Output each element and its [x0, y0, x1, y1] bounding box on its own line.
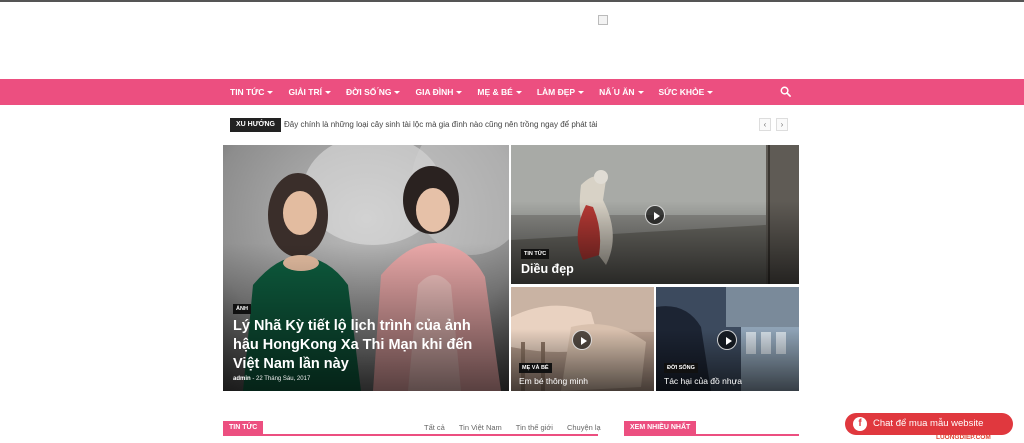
search-icon[interactable] — [780, 86, 791, 97]
article-meta: admin - 22 Tháng Sáu, 2017 — [233, 376, 310, 382]
article-title[interactable]: Tác hại của đồ nhựa — [664, 376, 742, 386]
tab-all[interactable]: Tất cả — [424, 423, 445, 432]
main-nav: TIN TỨC GIẢI TRÍ ĐỜI SỐ ́NG GIA ĐÌNH MẸ … — [0, 79, 1024, 105]
category-tag[interactable]: ĐỜI SỐNG — [664, 363, 698, 373]
top-border — [0, 0, 1024, 2]
chevron-down-icon — [637, 90, 644, 94]
tab-world[interactable]: Tin thế giới — [516, 423, 553, 432]
featured-bottom-left-card[interactable]: MẸ VÀ BÉ Em bé thông minh — [511, 287, 654, 391]
chevron-down-icon — [515, 90, 522, 94]
featured-main-card[interactable]: ẢNH Lý Nhã Kỳ tiết lộ lịch trình của ảnh… — [223, 145, 509, 391]
nav-item-label: NÂ ́U ĂN — [599, 87, 635, 97]
chevron-down-icon — [324, 90, 331, 94]
category-tag[interactable]: TIN TỨC — [521, 249, 550, 259]
nav-item-label: SỨC KHỎE — [658, 87, 705, 97]
nav-item-lam-dep[interactable]: LÀM ĐẸP — [536, 87, 585, 97]
chevron-down-icon — [578, 90, 585, 94]
section-title-popular: XEM NHIỀU NHẤT — [624, 421, 697, 435]
chevron-down-icon — [456, 90, 463, 94]
nav-item-doi-song[interactable]: ĐỜI SỐ ́NG — [346, 87, 401, 97]
nav-items: TIN TỨC GIẢI TRÍ ĐỜI SỐ ́NG GIA ĐÌNH MẸ … — [230, 79, 728, 105]
play-icon[interactable] — [572, 330, 592, 350]
nav-item-me-be[interactable]: MẸ & BÉ — [477, 87, 522, 97]
category-tag[interactable]: ẢNH — [233, 304, 251, 314]
nav-item-label: TIN TỨC — [230, 87, 265, 97]
nav-item-label: MẸ & BÉ — [477, 87, 513, 97]
trending-headline[interactable]: Đây chính là những loại cây sinh tài lộc… — [284, 118, 598, 132]
featured-bottom-right-card[interactable]: ĐỜI SỐNG Tác hại của đồ nhựa — [656, 287, 799, 391]
site-logo[interactable] — [598, 15, 608, 25]
trending-bar: XU HƯỚNG Đây chính là những loại cây sin… — [230, 118, 795, 132]
chevron-down-icon — [394, 90, 401, 94]
chevron-down-icon — [267, 90, 274, 94]
nav-item-suc-khoe[interactable]: SỨC KHỎE — [659, 87, 714, 97]
nav-item-giai-tri[interactable]: GIẢI TRÍ — [288, 87, 331, 97]
nav-item-label: GIA ĐÌNH — [415, 87, 454, 97]
article-date: - 22 Tháng Sáu, 2017 — [252, 376, 311, 382]
section-tabs: Tất cả Tin Việt Nam Tin thế giới Chuyện … — [424, 423, 615, 432]
next-button[interactable]: › — [776, 118, 788, 131]
nav-item-label: ĐỜI SỐ ́NG — [345, 87, 392, 97]
nav-item-tin-tuc[interactable]: TIN TỨC — [230, 87, 274, 97]
trending-label: XU HƯỚNG — [230, 118, 282, 132]
chat-button[interactable]: f Chat để mua mẫu website — [845, 413, 1013, 435]
nav-item-label: GIẢI TRÍ — [288, 87, 322, 97]
play-icon[interactable] — [717, 330, 737, 350]
chevron-down-icon — [707, 90, 714, 94]
nav-item-label: LÀM ĐẸP — [536, 87, 576, 97]
prev-button[interactable]: ‹ — [759, 118, 771, 131]
featured-top-right-card[interactable]: TIN TỨC Diều đẹp — [511, 145, 799, 284]
article-title[interactable]: Em bé thông minh — [519, 376, 588, 386]
chat-label: Chat để mua mẫu website — [873, 418, 984, 429]
article-title[interactable]: Lý Nhã Kỳ tiết lộ lịch trình của ảnh hậu… — [233, 317, 483, 374]
play-icon[interactable] — [645, 205, 665, 225]
facebook-icon: f — [853, 417, 867, 431]
tab-strange[interactable]: Chuyện lạ — [567, 423, 601, 432]
article-title[interactable]: Diều đẹp — [521, 262, 574, 276]
nav-item-nau-an[interactable]: NÂ ́U ĂN — [599, 87, 644, 97]
section-title-news: TIN TỨC — [223, 421, 264, 435]
nav-item-gia-dinh[interactable]: GIA ĐÌNH — [415, 87, 463, 97]
section-divider — [624, 434, 799, 436]
author-name[interactable]: admin — [233, 376, 251, 382]
category-tag[interactable]: MẸ VÀ BÉ — [519, 363, 552, 373]
tab-vietnam[interactable]: Tin Việt Nam — [459, 423, 502, 432]
watermark: LUONGDIEP.COM — [936, 434, 991, 441]
section-divider — [223, 434, 598, 436]
